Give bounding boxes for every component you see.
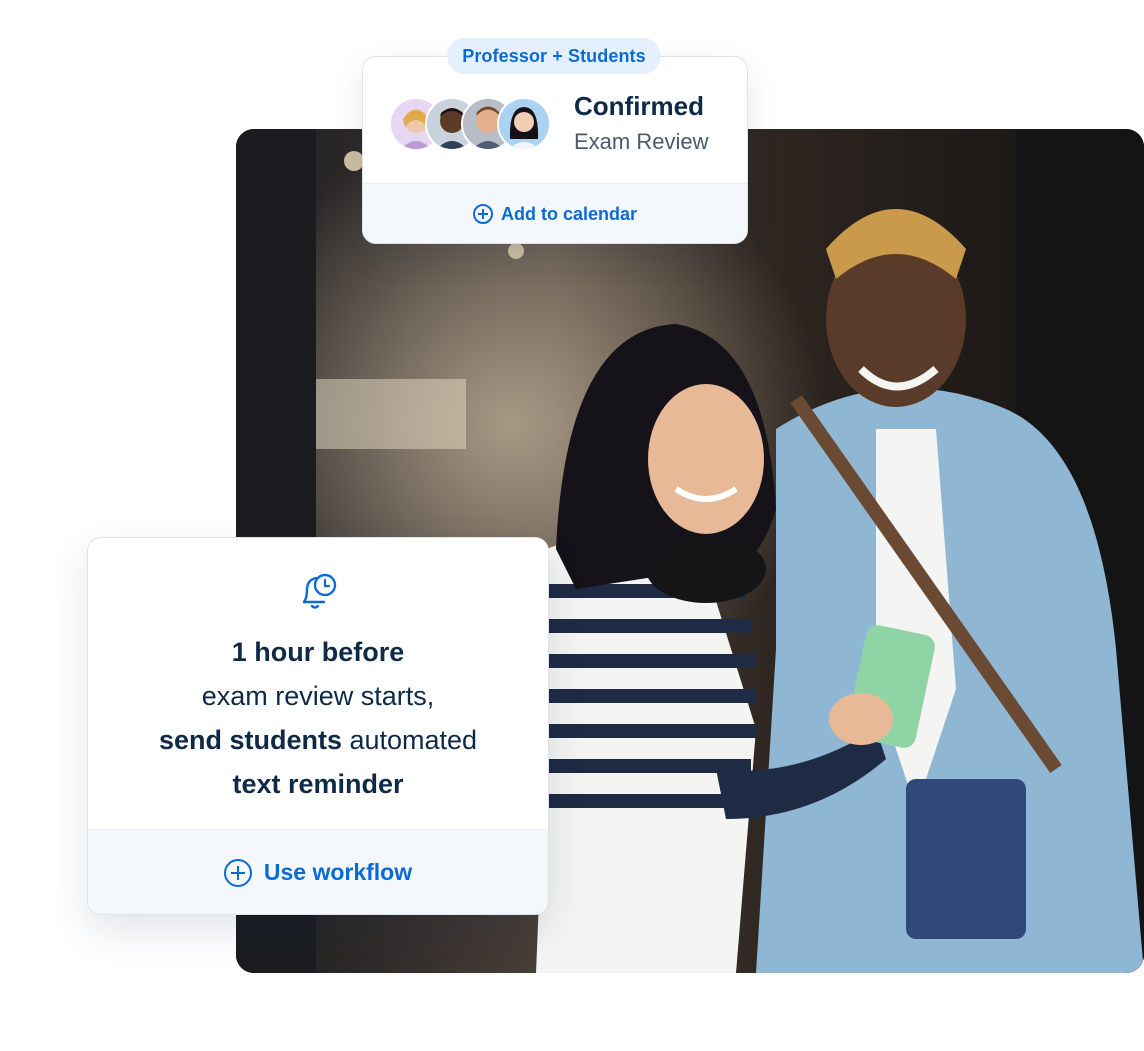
add-to-calendar-label: Add to calendar bbox=[500, 203, 638, 224]
attendees-badge: Professor + Students bbox=[447, 38, 661, 74]
workflow-timing: 1 hour before bbox=[231, 637, 405, 667]
workflow-action: send students bbox=[158, 725, 342, 755]
workflow-channel: text reminder bbox=[232, 769, 404, 799]
workflow-description: 1 hour before exam review starts, send s… bbox=[88, 630, 548, 806]
add-to-calendar-button[interactable]: Add to calendar bbox=[363, 183, 747, 243]
workflow-trigger: exam review starts, bbox=[201, 681, 435, 711]
avatar-group bbox=[389, 97, 559, 153]
add-circle-icon bbox=[223, 858, 252, 887]
event-card-header: Confirmed Exam Review bbox=[363, 57, 747, 183]
workflow-action-rest: automated bbox=[341, 725, 478, 755]
use-workflow-button[interactable]: Use workflow bbox=[88, 829, 548, 914]
add-circle-icon bbox=[472, 204, 493, 224]
alarm-bell-icon bbox=[302, 573, 337, 609]
use-workflow-label: Use workflow bbox=[263, 859, 413, 885]
event-status-title: Confirmed bbox=[574, 91, 704, 121]
event-card: Confirmed Exam Review Add to calendar bbox=[362, 56, 748, 244]
event-name: Exam Review bbox=[574, 129, 709, 154]
avatar-student-3 bbox=[497, 97, 551, 151]
workflow-card: 1 hour before exam review starts, send s… bbox=[87, 537, 549, 915]
